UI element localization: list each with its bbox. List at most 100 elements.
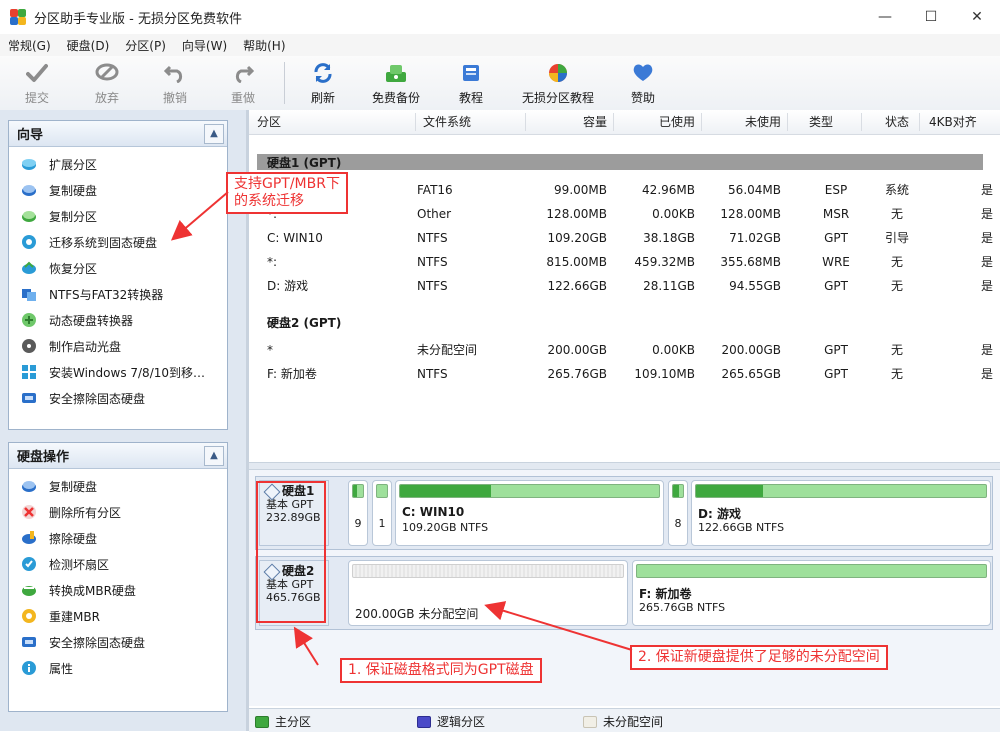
menu-partition[interactable]: 分区(P) bbox=[117, 37, 174, 54]
disk-ops-item[interactable]: 擦除硬盘 bbox=[9, 525, 227, 551]
cell-4k: 是 bbox=[980, 231, 993, 245]
col-unused[interactable]: 未使用 bbox=[701, 110, 781, 134]
table-row[interactable]: C: WIN10 NTFS 109.20GB 38.18GB 71.02GB GPT 引导 是 bbox=[249, 226, 1000, 250]
convert-mbr-icon bbox=[21, 582, 37, 598]
disk-ops-item[interactable]: 复制硬盘 bbox=[9, 473, 227, 499]
lossless-tutorial-button[interactable]: 无损分区教程 bbox=[503, 56, 613, 110]
collapse-wizard-button[interactable]: ▲ bbox=[204, 123, 224, 144]
wizard-item[interactable]: 迁移系统到固态硬盘 bbox=[9, 229, 227, 255]
disk-ops-item-label: 转换成MBR硬盘 bbox=[49, 583, 136, 598]
redo-button[interactable]: 重做 bbox=[210, 56, 276, 110]
disk-group-header[interactable]: 硬盘2 (GPT) bbox=[249, 310, 1000, 334]
dynamic-disk-icon bbox=[21, 312, 37, 328]
disk-ops-item[interactable]: 安全擦除固态硬盘 bbox=[9, 629, 227, 655]
col-filesystem[interactable]: 文件系统 bbox=[423, 110, 471, 134]
collapse-disk-ops-button[interactable]: ▲ bbox=[204, 445, 224, 466]
undo-button[interactable]: 撤销 bbox=[140, 56, 210, 110]
col-partition[interactable]: 分区 bbox=[257, 110, 281, 134]
heart-icon bbox=[630, 62, 656, 84]
cell-filesystem: NTFS bbox=[417, 279, 448, 293]
disk-ops-item[interactable]: 属性 bbox=[9, 655, 227, 681]
cell-unused: 128.00MB bbox=[720, 207, 781, 221]
partition-name: F: 新加卷 bbox=[639, 587, 692, 601]
cell-type: GPT bbox=[824, 231, 848, 245]
cell-used: 459.32MB bbox=[634, 255, 695, 269]
disk-ops-panel: 硬盘操作 ▲ 复制硬盘 删除所有分区 擦除硬盘 检测坏扇区 转换成MBR硬盘 重建MBR 安… bbox=[8, 442, 228, 712]
cell-filesystem: NTFS bbox=[417, 367, 448, 381]
horizontal-splitter[interactable] bbox=[249, 462, 1000, 470]
disk-ops-item[interactable]: 删除所有分区 bbox=[9, 499, 227, 525]
col-used[interactable]: 已使用 bbox=[613, 110, 695, 134]
menu-wizard[interactable]: 向导(W) bbox=[174, 37, 235, 54]
unallocated-size: 200.00GB 未分配空间 bbox=[355, 607, 479, 621]
disk-ops-item[interactable]: 检测坏扇区 bbox=[9, 551, 227, 577]
close-button[interactable]: ✕ bbox=[954, 0, 1000, 34]
col-4k-aligned[interactable]: 4KB对齐 bbox=[929, 110, 977, 134]
legend-unallocated: 未分配空间 bbox=[583, 713, 663, 730]
disk1-partition-esp[interactable]: 9 bbox=[348, 480, 368, 546]
refresh-button[interactable]: 刷新 bbox=[293, 56, 353, 110]
wizard-item[interactable]: NTFS与FAT32转换器 bbox=[9, 281, 227, 307]
wizard-item[interactable]: 安全擦除固态硬盘 bbox=[9, 385, 227, 411]
disk2-unallocated[interactable]: 200.00GB 未分配空间 bbox=[348, 560, 628, 626]
disk2-map: 硬盘2 基本 GPT 465.76GB 200.00GB 未分配空间 F: 新加… bbox=[255, 556, 993, 630]
wizard-item[interactable]: 复制硬盘 bbox=[9, 177, 227, 203]
book-icon bbox=[458, 62, 484, 84]
minimize-button[interactable]: — bbox=[862, 0, 908, 34]
disk1-partition-d[interactable]: D: 游戏 122.66GB NTFS bbox=[691, 480, 991, 546]
unallocated-swatch bbox=[583, 715, 597, 728]
table-row[interactable]: D: 游戏 NTFS 122.66GB 28.11GB 94.55GB GPT 无 是 bbox=[249, 274, 1000, 298]
wizard-item[interactable]: 恢复分区 bbox=[9, 255, 227, 281]
col-capacity[interactable]: 容量 bbox=[525, 110, 607, 134]
discard-button[interactable]: 放弃 bbox=[74, 56, 140, 110]
windows-to-go-icon bbox=[21, 364, 37, 380]
wizard-item[interactable]: 安装Windows 7/8/10到移… bbox=[9, 359, 227, 385]
cell-type: GPT bbox=[824, 279, 848, 293]
disk-ops-item-label: 复制硬盘 bbox=[49, 479, 98, 494]
disk1-partition-c[interactable]: C: WIN10 109.20GB NTFS bbox=[395, 480, 664, 546]
window-title: 分区助手专业版 - 无损分区免费软件 bbox=[34, 11, 242, 27]
partition-guide-icon bbox=[545, 62, 571, 84]
wizard-item-label: NTFS与FAT32转换器 bbox=[49, 287, 164, 302]
disk1-partition-msr[interactable]: 1 bbox=[372, 480, 392, 546]
wizard-item[interactable]: 扩展分区 bbox=[9, 151, 227, 177]
table-row[interactable]: * 未分配空间 200.00GB 0.00KB 200.00GB GPT 无 是 bbox=[249, 338, 1000, 362]
disk-ops-item[interactable]: 重建MBR bbox=[9, 603, 227, 629]
disk-group-header[interactable]: 硬盘1 (GPT) bbox=[249, 150, 1000, 174]
menu-help[interactable]: 帮助(H) bbox=[235, 37, 293, 54]
menu-disk[interactable]: 硬盘(D) bbox=[59, 37, 118, 54]
disk1-partition-wre[interactable]: 8 bbox=[668, 480, 688, 546]
table-row[interactable]: *:FAT1699.00MB42.96MB56.04MBESP系统是 bbox=[249, 178, 1000, 202]
refresh-icon bbox=[310, 62, 336, 84]
table-row[interactable]: *: NTFS 815.00MB 459.32MB 355.68MB WRE 无 是 bbox=[249, 250, 1000, 274]
wizard-item[interactable]: 复制分区 bbox=[9, 203, 227, 229]
cell-partition: F: 新加卷 bbox=[267, 367, 317, 381]
col-status[interactable]: 状态 bbox=[885, 110, 909, 134]
maximize-button[interactable]: ☐ bbox=[908, 0, 954, 34]
cell-status: 无 bbox=[890, 207, 903, 221]
submit-button[interactable]: 提交 bbox=[0, 56, 74, 110]
main-area: 分区 文件系统 容量 已使用 未使用 类型 状态 4KB对齐 硬盘1 (GPT)… bbox=[249, 110, 1000, 732]
cell-status: 引导 bbox=[884, 231, 909, 245]
donate-button[interactable]: 赞助 bbox=[613, 56, 673, 110]
col-type[interactable]: 类型 bbox=[809, 110, 833, 134]
tutorial-button[interactable]: 教程 bbox=[439, 56, 503, 110]
cell-unused: 71.02GB bbox=[729, 231, 781, 245]
wizard-item[interactable]: 动态硬盘转换器 bbox=[9, 307, 227, 333]
toolbar-separator bbox=[284, 62, 285, 104]
disk-ops-item-label: 检测坏扇区 bbox=[49, 557, 110, 572]
table-row[interactable]: F: 新加卷 NTFS 265.76GB 109.10MB 265.65GB GPT 无 是 bbox=[249, 362, 1000, 386]
backup-icon bbox=[383, 62, 409, 84]
disk-ops-item-label: 擦除硬盘 bbox=[49, 531, 98, 546]
cell-4k: 是 bbox=[980, 279, 993, 293]
cell-capacity: 122.66GB bbox=[547, 279, 607, 293]
free-backup-button[interactable]: 免费备份 bbox=[353, 56, 439, 110]
cell-capacity: 128.00MB bbox=[546, 207, 607, 221]
disk2-partition-f[interactable]: F: 新加卷 265.76GB NTFS bbox=[632, 560, 991, 626]
menu-general[interactable]: 常规(G) bbox=[0, 37, 59, 54]
disk-ops-item[interactable]: 转换成MBR硬盘 bbox=[9, 577, 227, 603]
properties-icon bbox=[21, 660, 37, 676]
cell-partition: * bbox=[267, 343, 273, 357]
wizard-item[interactable]: 制作启动光盘 bbox=[9, 333, 227, 359]
table-row[interactable]: *: Other 128.00MB 0.00KB 128.00MB MSR 无是 bbox=[249, 202, 1000, 226]
